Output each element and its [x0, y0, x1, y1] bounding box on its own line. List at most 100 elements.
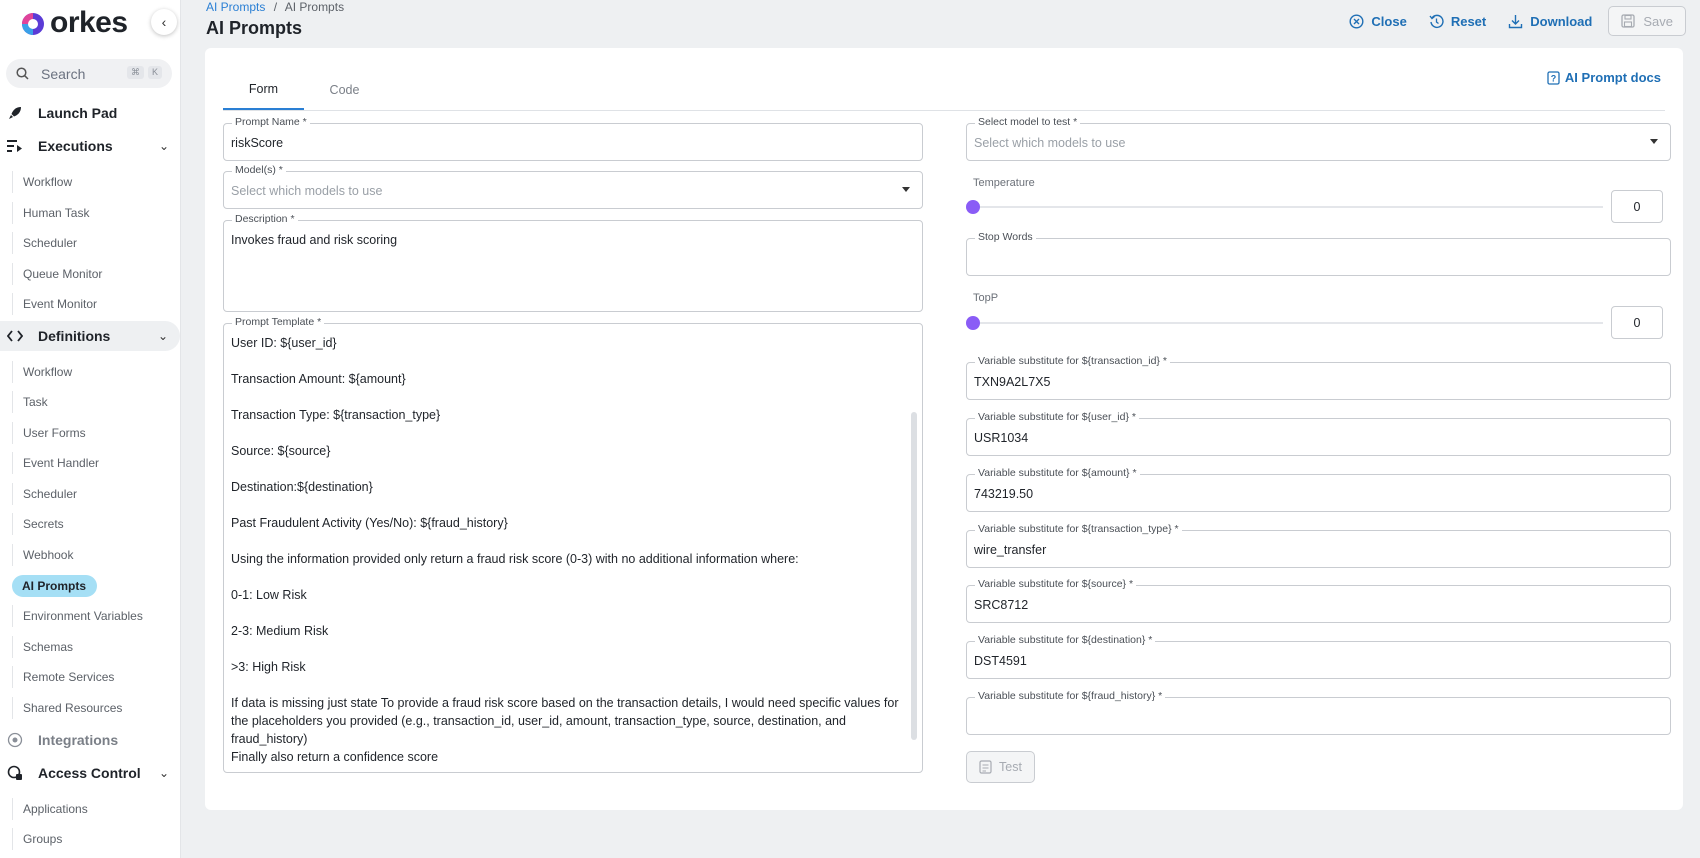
test-model-label: Select model to test * [975, 116, 1081, 128]
prompt-name-value: riskScore [231, 136, 284, 150]
editor-tabs: Form Code [223, 70, 385, 110]
orkes-logo[interactable]: orkes [18, 6, 128, 40]
var-label: Variable substitute for ${source} * [975, 578, 1137, 590]
download-button-label: Download [1530, 13, 1593, 29]
test-button-label: Test [999, 760, 1022, 774]
list-play-icon [6, 137, 24, 155]
chevron-left-icon: ‹ [161, 14, 167, 30]
stop-words-label: Stop Words [975, 231, 1036, 243]
prompt-editor-panel: Form Code ? AI Prompt docs Prompt Name *… [205, 48, 1683, 810]
svg-text:?: ? [1551, 73, 1557, 83]
integrations-icon [6, 731, 24, 749]
stop-words-field[interactable]: Stop Words [966, 231, 1671, 276]
topp-slider-thumb[interactable] [966, 316, 980, 330]
prompt-name-field[interactable]: Prompt Name * riskScore [223, 116, 923, 161]
nav-ac-groups[interactable]: Groups [12, 828, 62, 850]
search-bar[interactable]: Search ⌘ K [6, 59, 172, 88]
var-transaction-type-field[interactable]: Variable substitute for ${transaction_ty… [966, 523, 1671, 568]
nav-def-shared-resources[interactable]: Shared Resources [12, 697, 122, 719]
var-fraud-history-field[interactable]: Variable substitute for ${fraud_history}… [966, 690, 1671, 735]
var-label: Variable substitute for ${transaction_ty… [975, 523, 1182, 535]
nav-ac-applications[interactable]: Applications [12, 798, 88, 820]
template-line: Source: ${source} [231, 444, 331, 458]
download-button[interactable]: Download [1508, 14, 1592, 29]
ai-prompt-docs-link[interactable]: ? AI Prompt docs [1547, 70, 1661, 85]
topp-input[interactable]: 0 [1611, 306, 1663, 339]
description-value: Invokes fraud and risk scoring [231, 233, 398, 247]
breadcrumb: AI Prompts / AI Prompts [206, 0, 344, 14]
test-model-placeholder: Select which models to use [974, 136, 1126, 150]
var-label: Variable substitute for ${fraud_history}… [975, 690, 1166, 702]
topp-slider-track[interactable] [973, 322, 1603, 324]
temperature-input[interactable]: 0 [1611, 190, 1663, 223]
nav-def-ai-prompts[interactable]: AI Prompts [12, 575, 98, 597]
test-model-select[interactable]: Select model to test * Select which mode… [966, 116, 1671, 161]
description-field[interactable]: Description * Invokes fraud and risk sco… [223, 213, 923, 312]
nav-integrations[interactable]: Integrations [0, 725, 181, 755]
nav-access-control-label: Access Control [38, 765, 141, 781]
nav-launch-pad[interactable]: Launch Pad [0, 98, 181, 128]
var-label: Variable substitute for ${transaction_id… [975, 355, 1170, 367]
nav-integrations-label: Integrations [38, 732, 119, 748]
test-button[interactable]: Test [966, 751, 1035, 783]
nav-definitions[interactable]: Definitions ⌄ [0, 321, 180, 351]
nav-executions[interactable]: Executions ⌄ [0, 131, 181, 161]
close-button-label: Close [1371, 13, 1407, 29]
help-doc-icon: ? [1547, 70, 1560, 85]
save-button[interactable]: Save [1608, 6, 1686, 36]
topp-label: TopP [973, 292, 999, 304]
nav-exec-scheduler[interactable]: Scheduler [12, 232, 77, 254]
shortcut-key-k: K [147, 66, 162, 79]
nav-def-schemas[interactable]: Schemas [12, 636, 73, 658]
tab-form[interactable]: Form [223, 70, 304, 110]
nav-def-secrets[interactable]: Secrets [12, 513, 64, 535]
nav-def-remote-services[interactable]: Remote Services [12, 666, 114, 688]
nav-access-control[interactable]: Access Control ⌄ [0, 758, 181, 788]
models-select[interactable]: Model(s) * Select which models to use [223, 164, 923, 209]
var-transaction-id-field[interactable]: Variable substitute for ${transaction_id… [966, 355, 1671, 400]
var-source-field[interactable]: Variable substitute for ${source} * SRC8… [966, 578, 1671, 623]
nav-def-user-forms[interactable]: User Forms [12, 422, 86, 444]
temperature-slider-thumb[interactable] [966, 200, 980, 214]
template-scrollbar[interactable] [911, 412, 917, 740]
collapse-sidebar-button[interactable]: ‹ [151, 9, 177, 35]
chevron-down-icon: ⌄ [158, 139, 169, 153]
nav-def-scheduler[interactable]: Scheduler [12, 483, 77, 505]
nav-launch-pad-label: Launch Pad [38, 105, 118, 121]
breadcrumb-link[interactable]: AI Prompts [206, 0, 265, 14]
var-destination-field[interactable]: Variable substitute for ${destination} *… [966, 634, 1671, 679]
nav-def-environment-variables[interactable]: Environment Variables [12, 605, 143, 627]
save-button-label: Save [1643, 13, 1673, 29]
ai-prompt-docs-label: AI Prompt docs [1564, 70, 1661, 85]
nav-def-webhook[interactable]: Webhook [12, 544, 73, 566]
template-line: Transaction Type: ${transaction_type} [231, 408, 441, 422]
var-value: 743219.50 [974, 487, 1034, 501]
temperature-slider-track[interactable] [973, 206, 1603, 208]
var-user-id-field[interactable]: Variable substitute for ${user_id} * USR… [966, 411, 1671, 456]
template-line: Transaction Amount: ${amount} [231, 372, 406, 386]
nav-def-workflow[interactable]: Workflow [12, 361, 72, 383]
reset-button[interactable]: Reset [1429, 14, 1486, 29]
var-label: Variable substitute for ${user_id} * [975, 411, 1139, 423]
template-line: >3: High Risk [231, 660, 306, 674]
var-amount-field[interactable]: Variable substitute for ${amount} * 7432… [966, 467, 1671, 512]
nav-exec-human-task[interactable]: Human Task [12, 202, 89, 224]
sidebar: orkes ‹ Search ⌘ K Launch Pad Executions… [0, 0, 181, 858]
search-placeholder: Search [41, 65, 86, 82]
close-button[interactable]: Close [1349, 13, 1407, 29]
template-line: Using the information provided only retu… [231, 552, 799, 566]
prompt-template-field[interactable]: Prompt Template * User ID: ${user_id} Tr… [223, 316, 923, 773]
nav-exec-workflow[interactable]: Workflow [12, 171, 72, 193]
download-icon [1509, 14, 1523, 28]
prompt-template-label: Prompt Template * [232, 316, 325, 328]
nav-exec-queue-monitor[interactable]: Queue Monitor [12, 263, 102, 285]
template-line: Past Fraudulent Activity (Yes/No): ${fra… [231, 516, 508, 530]
var-label: Variable substitute for ${amount} * [975, 467, 1140, 479]
var-value: DST4591 [974, 654, 1027, 668]
dropdown-caret-icon [902, 187, 910, 192]
nav-exec-event-monitor[interactable]: Event Monitor [12, 293, 97, 315]
nav-def-event-handler[interactable]: Event Handler [12, 452, 99, 474]
nav-def-task[interactable]: Task [12, 391, 48, 413]
tab-code[interactable]: Code [304, 70, 385, 110]
var-value: SRC8712 [974, 598, 1029, 612]
